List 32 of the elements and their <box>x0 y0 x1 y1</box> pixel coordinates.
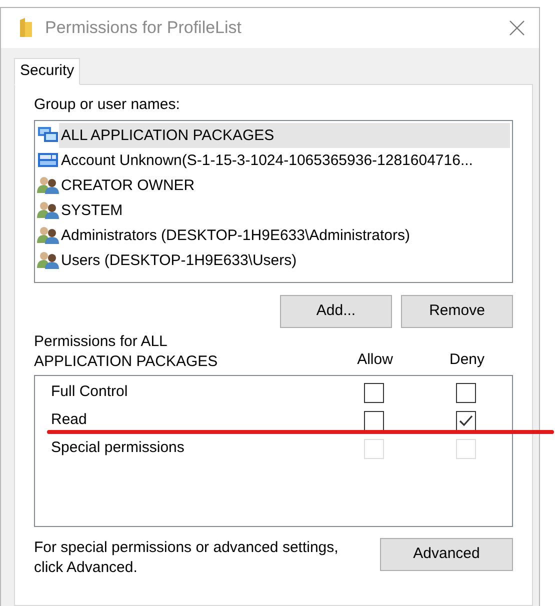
network-computer-icon <box>37 126 59 144</box>
permission-name: Read <box>51 410 88 430</box>
user-group-icon <box>37 226 59 244</box>
permission-name: Special permissions <box>51 438 186 458</box>
checkbox[interactable] <box>456 382 476 402</box>
permission-name: Full Control <box>51 382 129 402</box>
advanced-button[interactable]: Advanced <box>380 538 513 570</box>
column-header: Deny <box>448 350 486 370</box>
permissions-label: Permissions for ALL APPLICATION PACKAGES <box>34 332 219 372</box>
user-group-icon <box>37 176 59 194</box>
user-group-icon <box>37 251 59 269</box>
close-icon[interactable] <box>509 20 525 36</box>
user-group-icon <box>37 201 59 219</box>
user-list-item[interactable]: ALL APPLICATION PACKAGES <box>59 122 510 148</box>
user-list-item[interactable]: Administrators (DESKTOP-1H9E633\Administrators) <box>59 222 510 248</box>
column-header: Allow <box>356 350 394 370</box>
folder-icon <box>19 18 33 38</box>
checkbox[interactable] <box>364 410 384 430</box>
advanced-note: For special permissions or advanced settings, click Advanced. <box>34 538 340 578</box>
checkbox[interactable] <box>456 410 476 430</box>
user-list-item[interactable]: CREATOR OWNER <box>59 172 510 198</box>
user-list-item[interactable]: SYSTEM <box>59 198 510 222</box>
window-title: Permissions for ProfileList <box>45 17 242 40</box>
checkbox[interactable] <box>364 382 384 402</box>
computer-screen-icon <box>37 152 59 168</box>
check-icon <box>459 414 473 426</box>
group-label: Group or user names: <box>34 95 181 115</box>
remove-button[interactable]: Remove <box>401 294 513 328</box>
tab[interactable]: Security <box>14 58 80 85</box>
add-button[interactable]: Add... <box>280 294 392 328</box>
user-list-item[interactable]: Users (DESKTOP-1H9E633\Users) <box>59 248 510 272</box>
user-list-item[interactable]: Account Unknown(S-1-15-3-1024-1065365936-1281604716... <box>59 148 510 172</box>
